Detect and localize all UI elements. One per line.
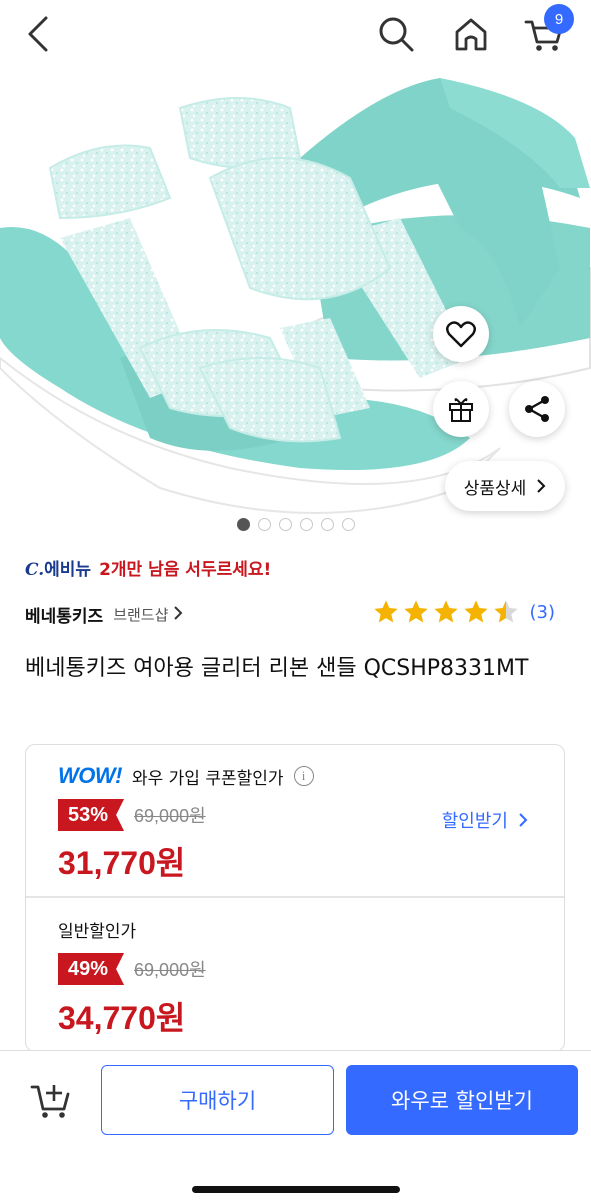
chevron-right-icon [537, 479, 546, 493]
product-detail-label: 상품상세 [463, 478, 527, 499]
search-button[interactable] [374, 12, 418, 56]
product-image-gallery[interactable]: 상품상세 [0, 68, 591, 538]
search-icon [379, 17, 414, 52]
share-button[interactable] [509, 381, 565, 437]
wow-discount-badge: 53% [58, 799, 125, 831]
home-icon [455, 18, 487, 51]
pagination-dot[interactable] [299, 518, 313, 531]
chevron-left-icon [28, 16, 48, 52]
star-icon [463, 600, 488, 623]
get-discount-label: 할인받기 [441, 811, 508, 832]
get-discount-link[interactable]: 할인받기 [442, 807, 528, 833]
normal-price-label: 일반할인가 [58, 922, 137, 942]
top-nav: 9 [0, 0, 591, 68]
pagination-dot[interactable] [257, 518, 271, 531]
pagination-dot[interactable] [341, 518, 355, 531]
gallery-pagination [0, 518, 591, 531]
brand-name[interactable]: 베네통키즈 [25, 602, 103, 627]
pagination-dot[interactable] [320, 518, 334, 531]
wow-sale-price: 31,770원 [58, 845, 186, 881]
star-icon [493, 600, 518, 623]
bottom-action-bar: 구매하기 와우로 할인받기 [0, 1050, 591, 1200]
cart-count-badge: 9 [544, 4, 574, 34]
normal-original-price: 69,000원 [134, 960, 206, 980]
product-rating[interactable]: (3) [372, 598, 556, 626]
home-button[interactable] [449, 12, 493, 56]
star-icon [433, 600, 458, 623]
share-icon [525, 396, 549, 422]
add-to-cart-button[interactable] [28, 1077, 74, 1123]
review-count: (3) [529, 601, 556, 623]
wishlist-button[interactable] [433, 306, 489, 362]
star-icon [403, 600, 428, 623]
chevron-right-icon [519, 813, 528, 827]
home-indicator [192, 1186, 400, 1193]
divider [26, 896, 564, 898]
wow-original-price: 69,000원 [134, 806, 206, 826]
wow-price-header: WOW! 와우 가입 쿠폰할인가 i [58, 763, 314, 789]
brand-shop-link[interactable]: 브랜드샵 [113, 604, 183, 625]
pagination-dot[interactable] [278, 518, 292, 531]
heart-icon [446, 321, 476, 348]
price-box: WOW! 와우 가입 쿠폰할인가 i 53% 69,000원 31,770원 할… [25, 744, 565, 1052]
product-detail-button[interactable]: 상품상세 [445, 461, 565, 511]
star-icon [373, 600, 398, 623]
chevron-right-icon [174, 605, 183, 620]
gift-icon [449, 398, 473, 422]
seller-logo: C.에비뉴 [25, 560, 92, 580]
buy-button[interactable]: 구매하기 [101, 1065, 334, 1135]
wow-discount-row: 53% 69,000원 [58, 799, 206, 831]
urgency-message: 2개만 남음 서두르세요! [99, 560, 272, 580]
rating-stars [372, 598, 520, 626]
normal-discount-badge: 49% [58, 953, 125, 985]
normal-sale-price: 34,770원 [58, 1000, 186, 1036]
info-icon[interactable]: i [293, 766, 314, 786]
wow-price-label: 와우 가입 쿠폰할인가 [131, 768, 284, 789]
pagination-dot[interactable] [236, 518, 250, 531]
brand-row: 베네통키즈 브랜드샵 (3) [25, 598, 565, 630]
normal-discount-row: 49% 69,000원 [58, 953, 206, 985]
product-title: 베네통키즈 여아용 글리터 리본 샌들 QCSHP8331MT [25, 656, 529, 681]
stock-urgency: C.에비뉴 2개만 남음 서두르세요! [25, 555, 271, 580]
cart-button[interactable]: 9 [522, 4, 574, 56]
wow-logo: WOW! [58, 763, 122, 788]
cart-plus-icon [30, 1085, 70, 1118]
gift-button[interactable] [433, 381, 489, 437]
back-button[interactable] [18, 14, 58, 54]
wow-discount-buy-button[interactable]: 와우로 할인받기 [346, 1065, 578, 1135]
